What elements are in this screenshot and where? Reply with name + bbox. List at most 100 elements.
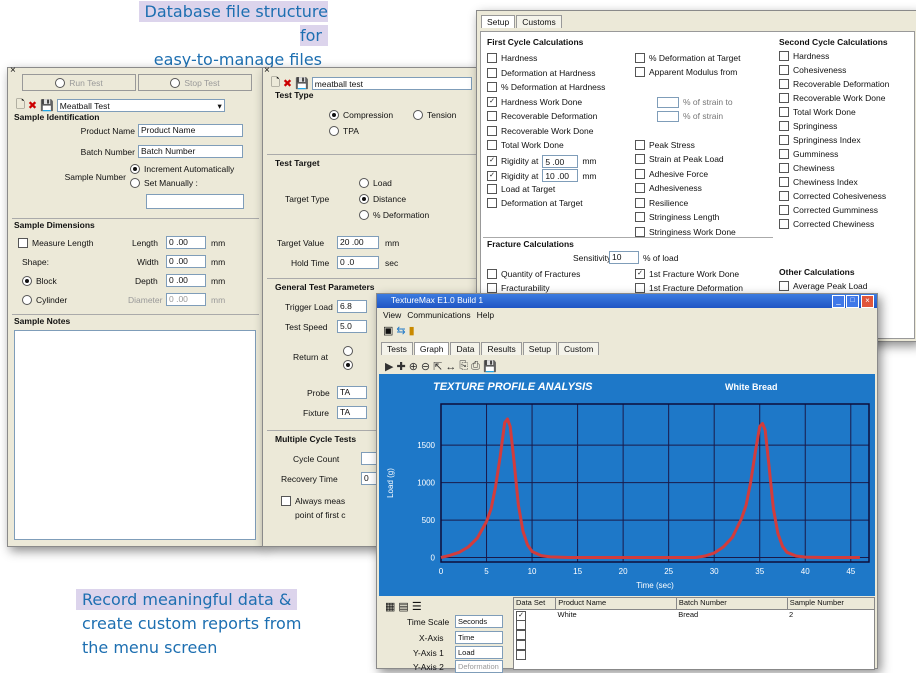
- fracturability-checkbox[interactable]: Fracturability: [487, 283, 550, 293]
- second-cycle-checkbox[interactable]: Total Work Done: [779, 107, 856, 117]
- target-deformation-radio[interactable]: % Deformation: [359, 210, 429, 220]
- calc-checkbox[interactable]: Load at Target: [487, 183, 555, 194]
- delete-icon[interactable]: ✖: [28, 99, 37, 112]
- calc-checkbox[interactable]: Peak Stress: [635, 140, 695, 150]
- calc-checkbox[interactable]: Adhesive Force: [635, 169, 708, 179]
- calc-checkbox[interactable]: Stringiness Work Done: [635, 227, 736, 237]
- modulus-strain1-input[interactable]: [657, 97, 679, 108]
- export-icon[interactable]: ⎘: [459, 360, 468, 373]
- fixture-select[interactable]: TA: [337, 406, 367, 419]
- file-name-input[interactable]: meatball test: [311, 77, 472, 90]
- rigidity-input[interactable]: 5 .00: [542, 154, 579, 168]
- maximize-icon[interactable]: □: [846, 295, 859, 308]
- second-cycle-checkbox[interactable]: Cohesiveness: [779, 65, 846, 75]
- close-icon[interactable]: ×: [10, 65, 16, 76]
- pointer-icon[interactable]: ⇱: [433, 360, 442, 373]
- depth-input[interactable]: 0 .00: [166, 274, 206, 287]
- save-icon[interactable]: 💾: [295, 77, 309, 90]
- average-peak-checkbox[interactable]: Average Peak Load: [779, 281, 868, 291]
- second-cycle-checkbox[interactable]: Gumminess: [779, 149, 838, 159]
- menu-help[interactable]: Help: [477, 310, 494, 320]
- calc-checkbox[interactable]: % Deformation at Hardness: [487, 82, 605, 92]
- modulus-strain2-input[interactable]: [657, 111, 679, 122]
- second-cycle-checkbox[interactable]: Springiness: [779, 121, 837, 131]
- calc-checkbox[interactable]: Deformation at Hardness: [487, 67, 596, 78]
- calc-checkbox[interactable]: % Deformation at Target: [635, 53, 741, 63]
- tpa-radio[interactable]: TPA: [329, 126, 359, 136]
- probe-select[interactable]: TA: [337, 386, 367, 399]
- tab-data[interactable]: Data: [450, 342, 481, 355]
- calc-checkbox[interactable]: Recoverable Deformation: [487, 111, 597, 121]
- calc-checkbox[interactable]: Strain at Peak Load: [635, 154, 724, 164]
- x-axis-select[interactable]: Time: [455, 631, 503, 644]
- second-cycle-checkbox[interactable]: Recoverable Work Done: [779, 93, 885, 103]
- table-row[interactable]: [514, 650, 874, 660]
- shape-cylinder-radio[interactable]: Cylinder: [22, 295, 67, 305]
- tab-graph[interactable]: Graph: [413, 342, 450, 355]
- return-at-radio-1[interactable]: [343, 346, 357, 356]
- zoom-in-icon[interactable]: ⊕: [409, 360, 418, 373]
- measure-length-checkbox[interactable]: Measure Length: [18, 238, 93, 248]
- book-icon[interactable]: ▮: [409, 324, 415, 337]
- compression-radio[interactable]: Compression: [329, 110, 393, 120]
- y1-axis-select[interactable]: Load: [455, 646, 503, 659]
- width-input[interactable]: 0 .00: [166, 255, 206, 268]
- tab-tests[interactable]: Tests: [381, 342, 413, 355]
- save-icon[interactable]: 💾: [40, 99, 54, 112]
- target-distance-radio[interactable]: Distance: [359, 194, 406, 204]
- second-cycle-checkbox[interactable]: Hardness: [779, 51, 829, 61]
- sample-notes-textarea[interactable]: [14, 330, 256, 540]
- hold-time-input[interactable]: 0 .0: [337, 256, 379, 269]
- tab-results[interactable]: Results: [481, 342, 522, 355]
- fit-icon[interactable]: ↔: [445, 361, 456, 373]
- dataset-checkbox[interactable]: [516, 620, 526, 630]
- rigidity-input[interactable]: 10 .00: [542, 169, 579, 182]
- connect-icon[interactable]: ⇆: [396, 324, 405, 337]
- play-icon[interactable]: ▶: [385, 360, 393, 373]
- first-fracture-work-checkbox[interactable]: ✓ 1st Fracture Work Done: [635, 269, 739, 279]
- calc-checkbox[interactable]: Hardness: [487, 53, 537, 63]
- table-row[interactable]: [514, 620, 874, 630]
- stop-test-button[interactable]: Stop Test: [138, 74, 252, 91]
- calc-checkbox[interactable]: Adhesiveness: [635, 183, 702, 193]
- tab-customs[interactable]: Customs: [516, 15, 562, 28]
- tab-setup[interactable]: Setup: [481, 15, 516, 28]
- dataset-checkbox[interactable]: [516, 630, 526, 640]
- first-fracture-def-checkbox[interactable]: 1st Fracture Deformation: [635, 283, 743, 293]
- dataset-checkbox[interactable]: [516, 650, 526, 660]
- calc-checkbox[interactable]: Total Work Done: [487, 140, 564, 150]
- calc-checkbox[interactable]: Stringiness Length: [635, 212, 719, 222]
- diameter-input[interactable]: 0 .00: [166, 293, 206, 306]
- load-time-chart[interactable]: TEXTURE PROFILE ANALYSIS White Bread 0 5 10 1…: [379, 374, 875, 596]
- list-icon[interactable]: ☰: [412, 600, 422, 613]
- calc-checkbox[interactable]: Deformation at Target: [487, 198, 583, 208]
- close-icon[interactable]: ×: [861, 295, 874, 308]
- second-cycle-checkbox[interactable]: Corrected Cohesiveness: [779, 191, 886, 201]
- batch-number-input[interactable]: Batch Number: [138, 145, 243, 158]
- calc-checkbox[interactable]: ✓ Rigidity at 5 .00 mm: [487, 154, 597, 168]
- product-name-input[interactable]: Product Name: [138, 124, 243, 137]
- print-icon[interactable]: ⎙: [471, 360, 480, 373]
- tab-setup[interactable]: Setup: [522, 342, 557, 355]
- tension-radio[interactable]: Tension: [413, 110, 456, 120]
- second-cycle-checkbox[interactable]: Recoverable Deformation: [779, 79, 889, 89]
- menu-view[interactable]: View: [383, 310, 401, 320]
- sensitivity-input[interactable]: 10: [609, 251, 639, 264]
- table-row[interactable]: [514, 640, 874, 650]
- return-at-radio-2[interactable]: [343, 360, 357, 370]
- second-cycle-checkbox[interactable]: Corrected Chewiness: [779, 219, 874, 229]
- crosshair-icon[interactable]: ✚: [396, 360, 405, 373]
- grid-icon[interactable]: ▦: [385, 600, 395, 613]
- always-measure-checkbox[interactable]: Always meas: [281, 496, 345, 506]
- minimize-icon[interactable]: _: [832, 295, 845, 308]
- test-speed-input[interactable]: 5.0: [337, 320, 367, 333]
- run-test-button[interactable]: Run Test: [22, 74, 136, 91]
- tab-custom[interactable]: Custom: [558, 342, 600, 355]
- set-manually-radio[interactable]: Set Manually :: [130, 178, 198, 188]
- delete-icon[interactable]: ✖: [283, 77, 292, 90]
- save-chart-icon[interactable]: 💾: [483, 360, 497, 373]
- trigger-load-input[interactable]: 6.8: [337, 300, 367, 313]
- calc-checkbox[interactable]: Recoverable Work Done: [487, 125, 593, 136]
- target-value-input[interactable]: 20 .00: [337, 236, 379, 249]
- zoom-out-icon[interactable]: ⊖: [421, 360, 430, 373]
